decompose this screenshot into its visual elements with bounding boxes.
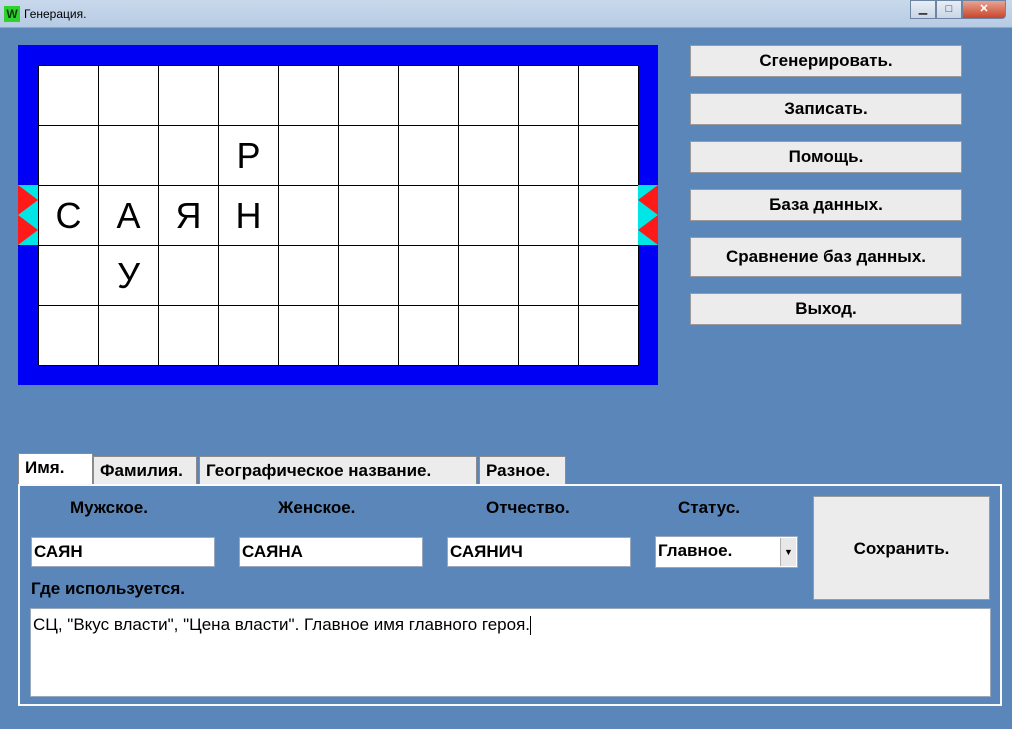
left-arrow-icon bbox=[638, 185, 658, 215]
grid-cell[interactable] bbox=[279, 126, 339, 186]
app-icon: W bbox=[4, 6, 20, 22]
grid-cell[interactable] bbox=[219, 246, 279, 306]
female-label: Женское. bbox=[278, 498, 356, 517]
right-arrow-icon bbox=[18, 185, 38, 215]
grid-cell[interactable] bbox=[159, 306, 219, 366]
grid-cell[interactable] bbox=[279, 66, 339, 126]
grid-cell[interactable] bbox=[99, 126, 159, 186]
tab-surname[interactable]: Фамилия. bbox=[93, 456, 197, 484]
grid-cell[interactable] bbox=[219, 66, 279, 126]
maximize-button[interactable]: □ bbox=[936, 0, 962, 19]
database-button[interactable]: База данных. bbox=[690, 189, 962, 221]
grid-cell[interactable] bbox=[159, 246, 219, 306]
tab-misc[interactable]: Разное. bbox=[479, 456, 566, 484]
minimize-button[interactable]: ▁ bbox=[910, 0, 936, 19]
grid-cell[interactable] bbox=[579, 126, 639, 186]
grid-cell[interactable] bbox=[39, 66, 99, 126]
usage-text: СЦ, "Вкус власти", "Цена власти". Главно… bbox=[33, 615, 531, 634]
tab-name[interactable]: Имя. bbox=[18, 453, 93, 485]
compare-databases-button[interactable]: Сравнение баз данных. bbox=[690, 237, 962, 277]
chevron-down-icon[interactable]: ▼ bbox=[780, 538, 796, 566]
grid-cell[interactable] bbox=[279, 186, 339, 246]
letter-board: Р САЯНУ bbox=[18, 45, 658, 385]
grid-cell[interactable] bbox=[219, 306, 279, 366]
title-bar: W Генерация. ▁ □ ✕ bbox=[0, 0, 1012, 28]
text-caret bbox=[530, 616, 532, 636]
grid-cell[interactable] bbox=[159, 126, 219, 186]
status-select-value: Главное. bbox=[658, 541, 733, 560]
patronymic-label: Отчество. bbox=[486, 498, 570, 517]
usage-label: Где используется. bbox=[31, 579, 186, 598]
female-name-input[interactable]: САЯНА bbox=[239, 537, 423, 567]
grid-cell[interactable] bbox=[459, 66, 519, 126]
grid-cell[interactable] bbox=[339, 126, 399, 186]
tab-geographic-name[interactable]: Географическое название. bbox=[199, 456, 477, 484]
grid-cell[interactable] bbox=[99, 66, 159, 126]
grid-cell[interactable]: Я bbox=[159, 186, 219, 246]
grid-cell[interactable] bbox=[39, 126, 99, 186]
grid-cell[interactable]: А bbox=[99, 186, 159, 246]
generate-button[interactable]: Сгенерировать. bbox=[690, 45, 962, 77]
grid-cell[interactable] bbox=[279, 306, 339, 366]
save-button[interactable]: Сохранить. bbox=[813, 496, 990, 600]
usage-textarea[interactable]: СЦ, "Вкус власти", "Цена власти". Главно… bbox=[30, 608, 991, 697]
grid-cell[interactable] bbox=[339, 306, 399, 366]
exit-button[interactable]: Выход. bbox=[690, 293, 962, 325]
grid-cell[interactable] bbox=[399, 186, 459, 246]
grid-cell[interactable] bbox=[579, 66, 639, 126]
grid-cell[interactable] bbox=[399, 126, 459, 186]
grid-cell[interactable] bbox=[399, 66, 459, 126]
letter-grid: Р САЯНУ bbox=[38, 65, 639, 366]
grid-cell[interactable] bbox=[339, 246, 399, 306]
grid-cell[interactable] bbox=[399, 306, 459, 366]
status-select[interactable]: Главное. ▼ bbox=[655, 536, 798, 568]
male-name-input[interactable]: САЯН bbox=[31, 537, 215, 567]
window-title: Генерация. bbox=[24, 7, 87, 21]
grid-cell[interactable]: У bbox=[99, 246, 159, 306]
grid-cell[interactable] bbox=[39, 246, 99, 306]
grid-cell[interactable] bbox=[459, 126, 519, 186]
grid-cell[interactable] bbox=[579, 306, 639, 366]
right-arrow-icon bbox=[18, 215, 38, 245]
grid-cell[interactable] bbox=[519, 306, 579, 366]
grid-cell[interactable] bbox=[399, 246, 459, 306]
grid-cell[interactable] bbox=[279, 246, 339, 306]
window-controls: ▁ □ ✕ bbox=[910, 0, 1006, 19]
status-label: Статус. bbox=[678, 498, 741, 517]
grid-cell[interactable] bbox=[39, 306, 99, 366]
close-button[interactable]: ✕ bbox=[962, 0, 1006, 19]
grid-cell[interactable] bbox=[459, 246, 519, 306]
grid-cell[interactable] bbox=[519, 66, 579, 126]
grid-cell[interactable] bbox=[339, 66, 399, 126]
patronymic-input[interactable]: САЯНИЧ bbox=[447, 537, 631, 567]
grid-cell[interactable] bbox=[519, 246, 579, 306]
grid-cell[interactable] bbox=[459, 186, 519, 246]
grid-cell[interactable] bbox=[159, 66, 219, 126]
write-button[interactable]: Записать. bbox=[690, 93, 962, 125]
grid-cell[interactable] bbox=[459, 306, 519, 366]
grid-cell[interactable] bbox=[579, 246, 639, 306]
grid-cell[interactable] bbox=[519, 126, 579, 186]
left-arrow-icon bbox=[638, 215, 658, 245]
grid-cell[interactable]: Н bbox=[219, 186, 279, 246]
male-label: Мужское. bbox=[70, 498, 148, 517]
help-button[interactable]: Помощь. bbox=[690, 141, 962, 173]
grid-cell[interactable]: Р bbox=[219, 126, 279, 186]
grid-cell[interactable] bbox=[579, 186, 639, 246]
grid-cell[interactable] bbox=[99, 306, 159, 366]
grid-cell[interactable] bbox=[339, 186, 399, 246]
grid-cell[interactable] bbox=[519, 186, 579, 246]
grid-cell[interactable]: С bbox=[39, 186, 99, 246]
